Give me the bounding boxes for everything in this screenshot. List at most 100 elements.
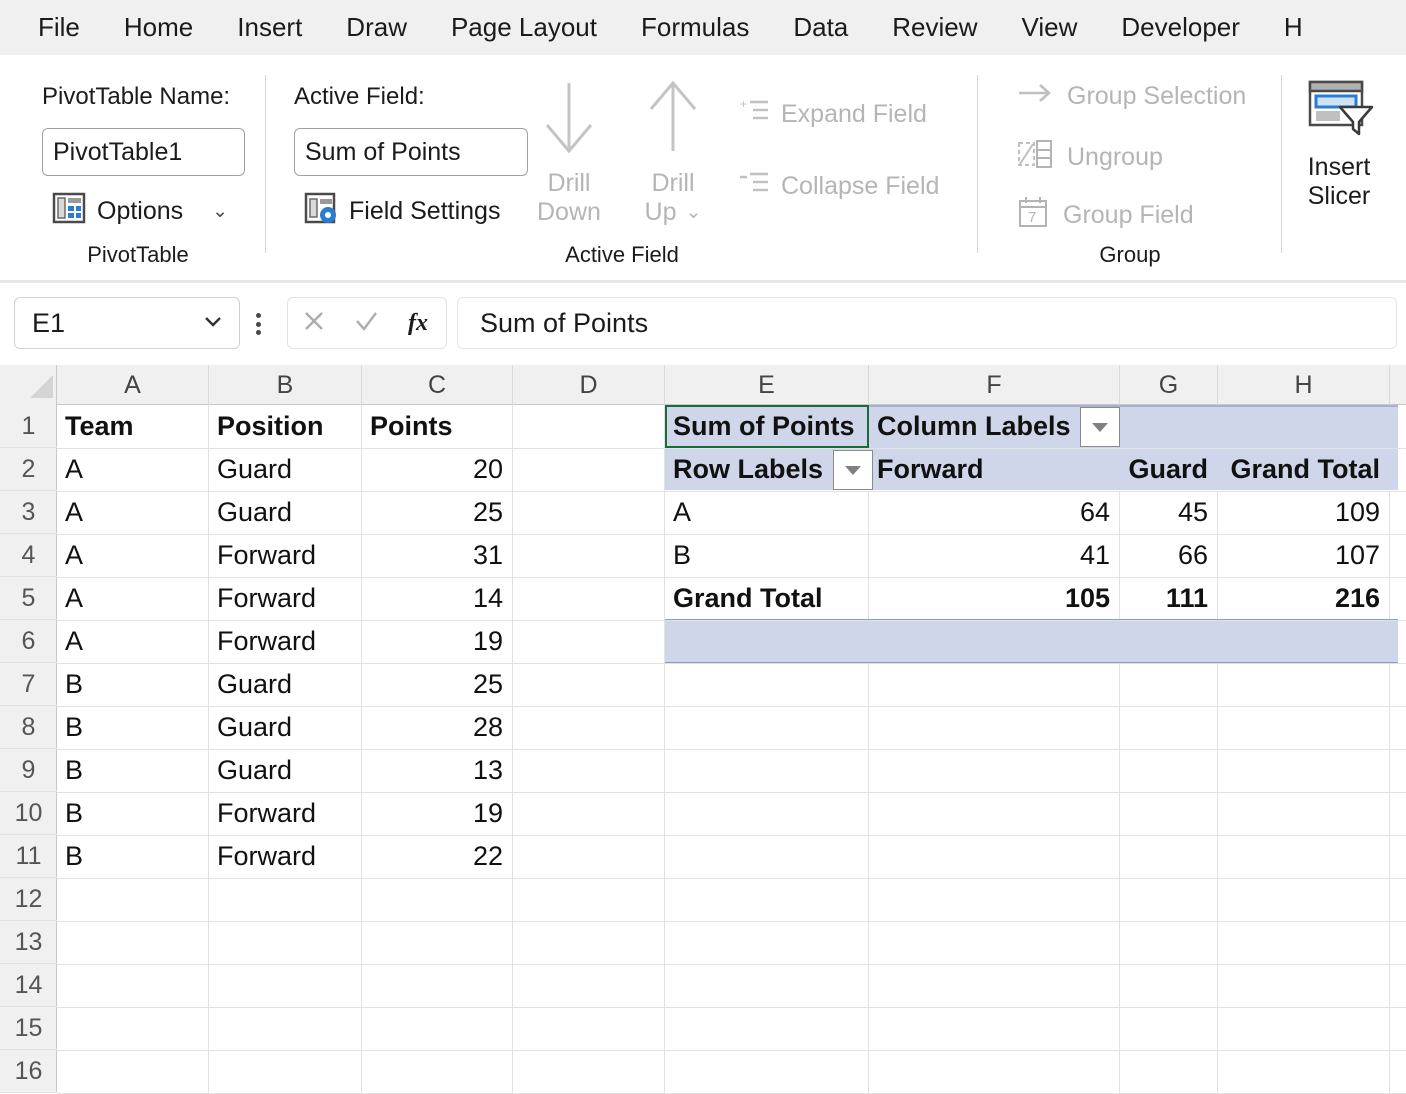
row-header-13[interactable]: 13 bbox=[0, 921, 57, 964]
cell-B9[interactable]: Guard bbox=[209, 749, 360, 792]
cell-A11[interactable]: B bbox=[57, 835, 208, 878]
tab-page-layout[interactable]: Page Layout bbox=[429, 0, 619, 55]
cell-B6[interactable]: Forward bbox=[209, 620, 360, 663]
cell-A4[interactable]: A bbox=[57, 534, 208, 577]
column-header-c[interactable]: C bbox=[362, 365, 513, 405]
cell-C8[interactable]: 28 bbox=[362, 706, 512, 749]
pivot-column-header-guard[interactable]: Guard bbox=[1120, 448, 1217, 491]
column-header-g[interactable]: G bbox=[1120, 365, 1218, 405]
cell-C2[interactable]: 20 bbox=[362, 448, 512, 491]
row-header-6[interactable]: 6 bbox=[0, 620, 57, 663]
cell-C5[interactable]: 14 bbox=[362, 577, 512, 620]
formula-input[interactable]: Sum of Points bbox=[457, 297, 1397, 349]
cell-C1[interactable]: Points bbox=[362, 405, 512, 448]
pivottable-options-button[interactable]: Options ⌄ bbox=[52, 191, 228, 232]
row-header-7[interactable]: 7 bbox=[0, 663, 57, 706]
cell-C10[interactable]: 19 bbox=[362, 792, 512, 835]
tab-insert[interactable]: Insert bbox=[215, 0, 324, 55]
cell-B11[interactable]: Forward bbox=[209, 835, 360, 878]
select-all-button[interactable] bbox=[0, 365, 57, 405]
cancel-icon[interactable] bbox=[299, 306, 329, 341]
pivot-column-header-grand-total[interactable]: Grand Total bbox=[1218, 448, 1389, 491]
tab-draw[interactable]: Draw bbox=[324, 0, 429, 55]
cell-C6[interactable]: 19 bbox=[362, 620, 512, 663]
cell-B10[interactable]: Forward bbox=[209, 792, 360, 835]
row-header-4[interactable]: 4 bbox=[0, 534, 57, 577]
row-header-1[interactable]: 1 bbox=[0, 405, 57, 448]
chevron-down-icon[interactable] bbox=[201, 309, 225, 338]
pivot-row-labels-filter-button[interactable] bbox=[833, 450, 873, 490]
tab-file[interactable]: File bbox=[0, 0, 102, 55]
pivot-value-field-title[interactable]: Sum of Points bbox=[665, 405, 868, 448]
pivot-cell-B-total[interactable]: 107 bbox=[1218, 534, 1389, 577]
active-field-input[interactable]: Sum of Points bbox=[294, 128, 528, 176]
pivot-cell-A-guard[interactable]: 45 bbox=[1120, 491, 1217, 534]
row-header-9[interactable]: 9 bbox=[0, 749, 57, 792]
field-settings-button[interactable]: Field Settings bbox=[304, 191, 500, 232]
pivot-row-label-A[interactable]: A bbox=[665, 491, 868, 534]
cell-B4[interactable]: Forward bbox=[209, 534, 360, 577]
column-header-h[interactable]: H bbox=[1218, 365, 1390, 405]
column-header-d[interactable]: D bbox=[513, 365, 665, 405]
cell-A9[interactable]: B bbox=[57, 749, 208, 792]
row-header-16[interactable]: 16 bbox=[0, 1050, 57, 1093]
cell-A6[interactable]: A bbox=[57, 620, 208, 663]
row-header-10[interactable]: 10 bbox=[0, 792, 57, 835]
pivot-row-label-B[interactable]: B bbox=[665, 534, 868, 577]
formula-bar-overflow-button[interactable] bbox=[256, 313, 261, 335]
cell-A2[interactable]: A bbox=[57, 448, 208, 491]
row-header-15[interactable]: 15 bbox=[0, 1007, 57, 1050]
chevron-down-icon[interactable]: ⌄ bbox=[212, 200, 228, 223]
cell-B2[interactable]: Guard bbox=[209, 448, 360, 491]
name-box[interactable]: E1 bbox=[14, 297, 240, 349]
cell-A5[interactable]: A bbox=[57, 577, 208, 620]
pivottable-name-input[interactable]: PivotTable1 bbox=[42, 128, 245, 176]
row-header-5[interactable]: 5 bbox=[0, 577, 57, 620]
pivot-column-header-forward[interactable]: Forward bbox=[869, 448, 1119, 491]
cell-A10[interactable]: B bbox=[57, 792, 208, 835]
row-header-8[interactable]: 8 bbox=[0, 706, 57, 749]
cell-C9[interactable]: 13 bbox=[362, 749, 512, 792]
cell-A1[interactable]: Team bbox=[57, 405, 208, 448]
tab-home[interactable]: Home bbox=[102, 0, 215, 55]
pivot-cell-B-forward[interactable]: 41 bbox=[869, 534, 1119, 577]
cell-C7[interactable]: 25 bbox=[362, 663, 512, 706]
tab-review[interactable]: Review bbox=[870, 0, 999, 55]
row-header-3[interactable]: 3 bbox=[0, 491, 57, 534]
tab-data[interactable]: Data bbox=[771, 0, 870, 55]
cell-B7[interactable]: Guard bbox=[209, 663, 360, 706]
cell-C11[interactable]: 22 bbox=[362, 835, 512, 878]
row-header-2[interactable]: 2 bbox=[0, 448, 57, 491]
tab-formulas[interactable]: Formulas bbox=[619, 0, 771, 55]
insert-function-icon[interactable]: fx bbox=[403, 305, 435, 342]
column-header-f[interactable]: F bbox=[869, 365, 1120, 405]
tab-help[interactable]: H bbox=[1262, 0, 1303, 55]
pivot-grand-total-forward[interactable]: 105 bbox=[869, 577, 1119, 620]
cell-B8[interactable]: Guard bbox=[209, 706, 360, 749]
tab-view[interactable]: View bbox=[1000, 0, 1100, 55]
cell-A8[interactable]: B bbox=[57, 706, 208, 749]
cell-B3[interactable]: Guard bbox=[209, 491, 360, 534]
cell-A3[interactable]: A bbox=[57, 491, 208, 534]
column-header-b[interactable]: B bbox=[209, 365, 362, 405]
pivot-cell-A-forward[interactable]: 64 bbox=[869, 491, 1119, 534]
cell-C4[interactable]: 31 bbox=[362, 534, 512, 577]
pivot-grand-total-guard[interactable]: 111 bbox=[1120, 577, 1217, 620]
pivot-grand-total-total[interactable]: 216 bbox=[1218, 577, 1389, 620]
pivot-cell-A-total[interactable]: 109 bbox=[1218, 491, 1389, 534]
enter-icon[interactable] bbox=[351, 306, 381, 341]
row-header-12[interactable]: 12 bbox=[0, 878, 57, 921]
row-header-14[interactable]: 14 bbox=[0, 964, 57, 1007]
column-header-e[interactable]: E bbox=[665, 365, 869, 405]
column-header-a[interactable]: A bbox=[57, 365, 209, 405]
cell-A7[interactable]: B bbox=[57, 663, 208, 706]
cell-C3[interactable]: 25 bbox=[362, 491, 512, 534]
tab-developer[interactable]: Developer bbox=[1099, 0, 1262, 55]
pivot-column-labels-filter-button[interactable] bbox=[1080, 407, 1120, 447]
cell-B5[interactable]: Forward bbox=[209, 577, 360, 620]
row-header-11[interactable]: 11 bbox=[0, 835, 57, 878]
pivot-cell-B-guard[interactable]: 66 bbox=[1120, 534, 1217, 577]
pivot-grand-total-label[interactable]: Grand Total bbox=[665, 577, 868, 620]
cell-B1[interactable]: Position bbox=[209, 405, 360, 448]
insert-slicer-button[interactable]: Insert Slicer bbox=[1282, 77, 1396, 212]
